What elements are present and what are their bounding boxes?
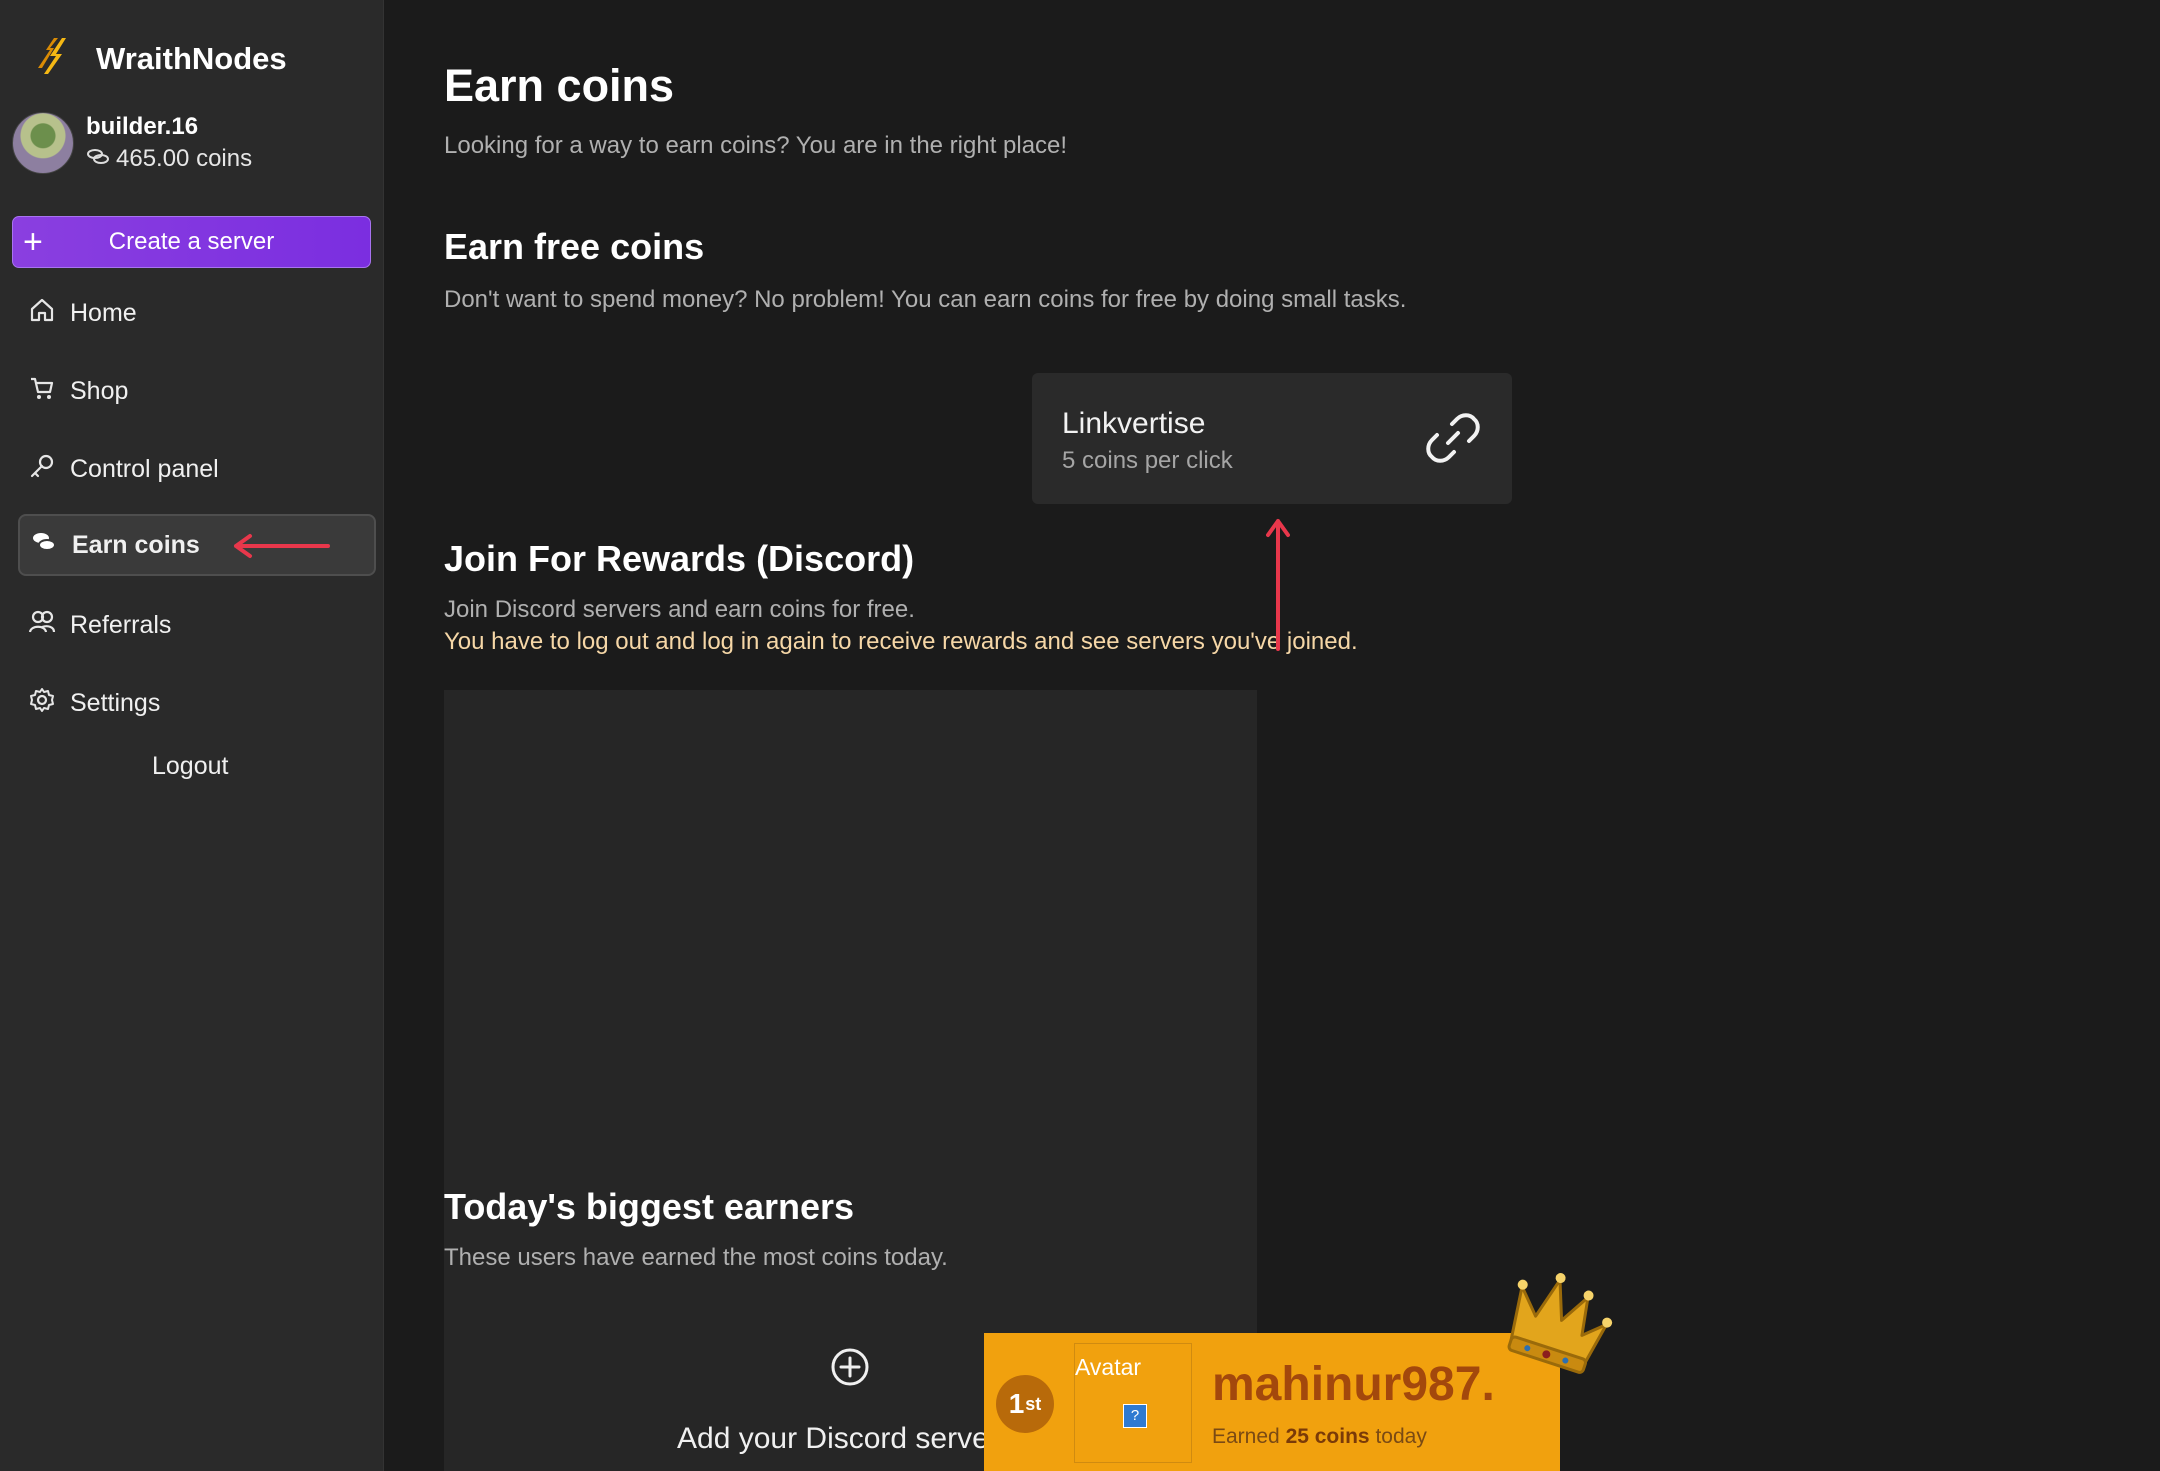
annotation-arrow-left xyxy=(234,534,330,558)
linkvertise-title: Linkvertise xyxy=(1062,407,1206,440)
avatar xyxy=(12,112,74,174)
biggest-earners-subtitle: These users have earned the most coins t… xyxy=(444,1244,948,1271)
discord-rewards-title: Join For Rewards (Discord) xyxy=(444,538,915,579)
lightning-logo-icon xyxy=(36,34,74,83)
link-icon xyxy=(1426,413,1480,463)
sidebar-item-label: Referrals xyxy=(70,610,172,639)
gear-icon xyxy=(18,686,70,721)
coins-icon xyxy=(20,528,72,563)
biggest-earners-title: Today's biggest earners xyxy=(444,1186,855,1227)
key-icon xyxy=(18,452,70,487)
plus-icon: + xyxy=(23,223,43,261)
linkvertise-subtitle: 5 coins per click xyxy=(1062,447,1233,474)
sidebar-item-home[interactable]: Home xyxy=(18,282,376,344)
coins-icon xyxy=(86,145,116,173)
add-discord-server-label[interactable]: Add your Discord server xyxy=(677,1422,999,1456)
sidebar-item-label: Settings xyxy=(70,688,161,717)
sidebar-item-label: Shop xyxy=(70,376,129,405)
username: builder.16 xyxy=(86,113,199,140)
page-subtitle: Looking for a way to earn coins? You are… xyxy=(444,132,1068,159)
sidebar-item-control-panel[interactable]: Control panel xyxy=(18,438,376,500)
sidebar-item-shop[interactable]: Shop xyxy=(18,360,376,422)
sidebar-item-label: Earn coins xyxy=(72,530,200,559)
discord-rewards-warning: You have to log out and log in again to … xyxy=(444,628,1358,655)
discord-rewards-subtitle: Join Discord servers and earn coins for … xyxy=(444,596,915,623)
earner-name: mahinur987. xyxy=(1212,1358,1495,1411)
create-server-label: Create a server xyxy=(108,228,275,255)
plus-circle-icon[interactable] xyxy=(829,1346,871,1388)
logout-button[interactable]: Logout xyxy=(152,752,228,781)
sidebar-item-settings[interactable]: Settings xyxy=(18,672,376,734)
earn-free-subtitle: Don't want to spend money? No problem! Y… xyxy=(444,286,1407,313)
earned-prefix: Earned xyxy=(1212,1425,1286,1448)
brand[interactable]: WraithNodes xyxy=(36,34,287,83)
sidebar: WraithNodes builder.16 465.00 coins + Cr… xyxy=(0,0,384,1471)
annotation-arrow-up xyxy=(1266,519,1290,651)
page-title: Earn coins xyxy=(444,60,675,111)
crown-icon xyxy=(1507,1273,1613,1374)
earn-free-title: Earn free coins xyxy=(444,226,705,267)
rank-badge: 1st xyxy=(996,1375,1054,1433)
sidebar-item-label: Control panel xyxy=(70,454,219,483)
create-server-button[interactable]: + Create a server xyxy=(12,216,371,268)
earned-suffix: today xyxy=(1369,1425,1427,1448)
rank-number: 1 xyxy=(1008,1388,1025,1419)
coin-balance-text: 465.00 coins xyxy=(116,145,253,172)
earned-amount: 25 coins xyxy=(1285,1425,1370,1448)
users-icon xyxy=(18,608,70,643)
avatar-alt-text: Avatar xyxy=(1075,1354,1142,1380)
broken-image-icon: ? xyxy=(1123,1404,1147,1428)
rank-suffix: st xyxy=(1025,1393,1042,1414)
linkvertise-card[interactable]: Linkvertise 5 coins per click xyxy=(1032,373,1512,504)
earner-earned: Earned 25 coins today xyxy=(1212,1425,1427,1449)
earner-avatar: Avatar ? xyxy=(1074,1343,1192,1463)
coin-balance: 465.00 coins xyxy=(86,145,252,173)
home-icon xyxy=(18,296,70,331)
top-earner-card: 1st Avatar ? mahinur987. Earned 25 coins… xyxy=(984,1333,1560,1471)
sidebar-item-label: Home xyxy=(70,298,137,327)
brand-name: WraithNodes xyxy=(96,40,287,76)
sidebar-item-referrals[interactable]: Referrals xyxy=(18,594,376,656)
user-profile: builder.16 465.00 coins xyxy=(12,112,252,174)
cart-icon xyxy=(18,374,70,409)
